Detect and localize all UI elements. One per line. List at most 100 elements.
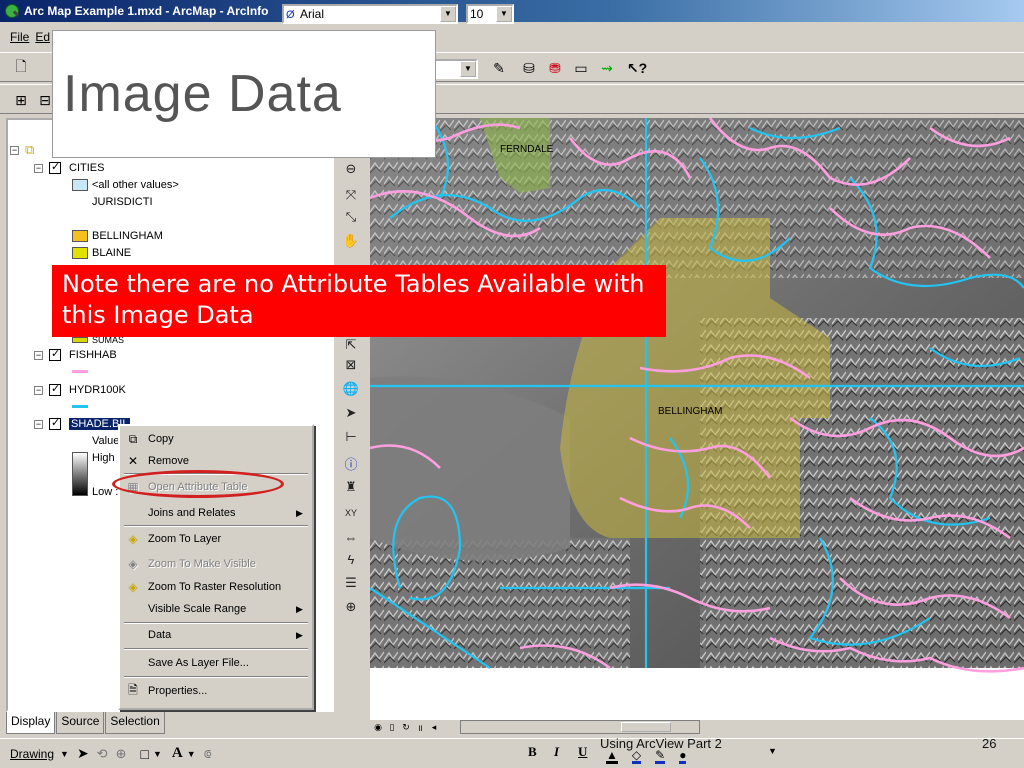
zoom-raster-icon: ◈ xyxy=(128,580,138,594)
arccatalog-icon[interactable]: ⛁ xyxy=(518,57,540,79)
globe-icon[interactable]: 🌐 xyxy=(340,378,362,400)
menu-properties[interactable]: 🗎 Properties... xyxy=(122,680,310,702)
legend-item: BLAINE xyxy=(72,245,131,261)
model-builder-icon[interactable]: ⇝ xyxy=(596,57,618,79)
map-scale-input[interactable]: ▼ xyxy=(432,59,478,79)
menu-label: Zoom To Raster Resolution xyxy=(148,581,282,593)
bold-button[interactable]: B xyxy=(528,744,537,760)
marker-dropdown-icon[interactable]: ▼ xyxy=(768,746,777,756)
submenu-arrow-icon: ▶ xyxy=(296,629,303,640)
fixed-zoom-out-icon[interactable]: ⤡ xyxy=(340,206,362,228)
drawing-dropdown-icon[interactable]: ▼ xyxy=(60,749,69,759)
shape-dropdown-icon[interactable]: ▼ xyxy=(153,749,162,759)
select-pointer-icon[interactable]: ➤ xyxy=(77,745,89,762)
layer-label: FISHHAB xyxy=(69,349,117,361)
drawing-menu[interactable]: Drawing xyxy=(10,747,54,761)
tab-display[interactable]: Display xyxy=(6,712,56,734)
collapse-icon[interactable]: − xyxy=(34,163,43,173)
map-label-bellingham: BELLINGHAM xyxy=(658,406,723,417)
layer-hydr100k[interactable]: − HYDR100K xyxy=(34,382,126,398)
zoom-whole-page-icon[interactable]: ⊕ xyxy=(116,746,127,762)
map-view-footer: ◉ ▯ ↻ ॥ ◂ xyxy=(370,720,1024,734)
new-document-icon[interactable]: 🗋 xyxy=(10,57,32,79)
layer-shade-bil[interactable]: − SHADE.BIL xyxy=(34,416,131,432)
menu-separator xyxy=(124,676,308,678)
font-name-select[interactable]: Ø Arial ▼ xyxy=(282,4,458,24)
menu-remove[interactable]: ✕ Remove xyxy=(122,450,310,472)
slide-footer: Using ArcView Part 2 xyxy=(600,736,722,751)
legend-swatch xyxy=(72,247,88,259)
refresh-icon[interactable]: ↻ xyxy=(400,721,412,733)
pan-icon[interactable]: ✋ xyxy=(340,230,362,252)
hyperlink-icon[interactable]: ϟ xyxy=(340,548,362,570)
size-dropdown-icon[interactable]: ▼ xyxy=(496,6,512,22)
layout-view-icon[interactable]: ▯ xyxy=(386,721,398,733)
menu-zoom-to-make-visible[interactable]: ◈ Zoom To Make Visible xyxy=(122,553,310,575)
scale-dropdown-icon[interactable]: ▼ xyxy=(460,61,476,77)
menu-file[interactable]: File xyxy=(10,30,29,44)
map-horizontal-scrollbar[interactable] xyxy=(460,720,700,734)
layer-visibility-checkbox[interactable] xyxy=(49,160,61,174)
edit-vertices-icon[interactable]: ⟃ xyxy=(204,746,212,762)
collapse-icon[interactable]: − xyxy=(34,350,43,360)
layer-fishhab[interactable]: − FISHHAB xyxy=(34,347,117,363)
font-dropdown-icon[interactable]: ▼ xyxy=(440,6,456,22)
layer-visibility-checkbox[interactable] xyxy=(49,347,61,361)
zoom-in-fixed-icon[interactable]: ⊞ xyxy=(10,89,32,111)
italic-button[interactable]: I xyxy=(554,744,559,760)
layer-visibility-checkbox[interactable] xyxy=(49,382,61,396)
collapse-icon[interactable]: − xyxy=(10,145,19,155)
go-to-xy-icon[interactable]: XY xyxy=(340,502,362,524)
font-size-value: 10 xyxy=(470,7,484,21)
layer-visibility-checkbox[interactable] xyxy=(49,416,61,430)
legend-label: BELLINGHAM xyxy=(92,230,163,242)
arcmap-app-icon xyxy=(4,3,20,19)
menu-label: Visible Scale Range xyxy=(148,603,247,615)
rectangle-icon[interactable]: □ xyxy=(140,746,148,762)
rotate-icon[interactable]: ⟲ xyxy=(97,746,108,762)
select-elements-icon[interactable]: ⇱ xyxy=(340,334,362,356)
menu-label: Zoom To Layer xyxy=(148,533,222,545)
identify-icon[interactable]: ⓘ xyxy=(340,452,362,474)
text-dropdown-icon[interactable]: ▼ xyxy=(187,749,196,759)
drawing-toolbar: Drawing ▼ ➤ ⟲ ⊕ □ ▼ A ▼ ⟃ xyxy=(0,738,1024,768)
fixed-zoom-in-icon[interactable]: ⤧ xyxy=(340,184,362,206)
menu-data[interactable]: Data ▶ xyxy=(122,624,310,646)
find-icon[interactable]: ♜ xyxy=(340,476,362,498)
measure-distance-icon[interactable]: ⇔ xyxy=(340,526,362,548)
legend-line-blue xyxy=(72,405,88,408)
menu-save-as-layer-file[interactable]: Save As Layer File... xyxy=(122,652,310,674)
command-line-icon[interactable]: ▭ xyxy=(570,57,592,79)
zoom-out-icon[interactable]: ⊖ xyxy=(340,158,362,180)
collapse-icon[interactable]: − xyxy=(34,385,43,395)
map-display[interactable]: FERNDALE BELLINGHAM xyxy=(370,118,1024,720)
tab-source[interactable]: Source xyxy=(56,712,105,734)
collapse-icon[interactable]: − xyxy=(34,419,43,429)
menu-edit[interactable]: Ed xyxy=(35,30,50,44)
tab-selection[interactable]: Selection xyxy=(105,712,165,734)
layer-cities[interactable]: − CITIES xyxy=(34,160,104,176)
scroll-left-icon[interactable]: ◂ xyxy=(428,721,440,733)
toc-root[interactable]: − ⧉ xyxy=(10,142,34,158)
font-size-select[interactable]: 10 ▼ xyxy=(466,4,514,24)
measure-icon[interactable]: ⊢ xyxy=(340,426,362,448)
text-tool[interactable]: A xyxy=(172,745,183,762)
editor-toolbar-icon[interactable]: ✎ xyxy=(488,57,510,79)
menu-visible-scale-range[interactable]: Visible Scale Range ▶ xyxy=(122,598,310,620)
menu-zoom-to-raster-resolution[interactable]: ◈ Zoom To Raster Resolution xyxy=(122,576,310,598)
html-popup-icon[interactable]: ☰ xyxy=(340,572,362,594)
layer-label: CITIES xyxy=(69,162,105,174)
menu-zoom-to-layer[interactable]: ◈ Zoom To Layer xyxy=(122,528,310,550)
arctoolbox-icon[interactable]: ⛃ xyxy=(544,57,566,79)
whats-this-help-icon[interactable]: ↖? xyxy=(626,57,648,79)
data-view-icon[interactable]: ◉ xyxy=(372,721,384,733)
underline-button[interactable]: U xyxy=(578,744,587,760)
menu-copy[interactable]: ⧉ Copy xyxy=(122,428,310,450)
clear-selection-icon[interactable]: ⊠ xyxy=(340,354,362,376)
create-viewer-icon[interactable]: ⊕ xyxy=(340,596,362,618)
zoom-visible-icon: ◈ xyxy=(128,557,138,571)
menu-joins-relates[interactable]: Joins and Relates ▶ xyxy=(122,502,310,524)
pause-icon[interactable]: ॥ xyxy=(414,721,426,733)
pointer-icon[interactable]: ➤ xyxy=(340,402,362,424)
scroll-thumb[interactable] xyxy=(621,722,671,732)
